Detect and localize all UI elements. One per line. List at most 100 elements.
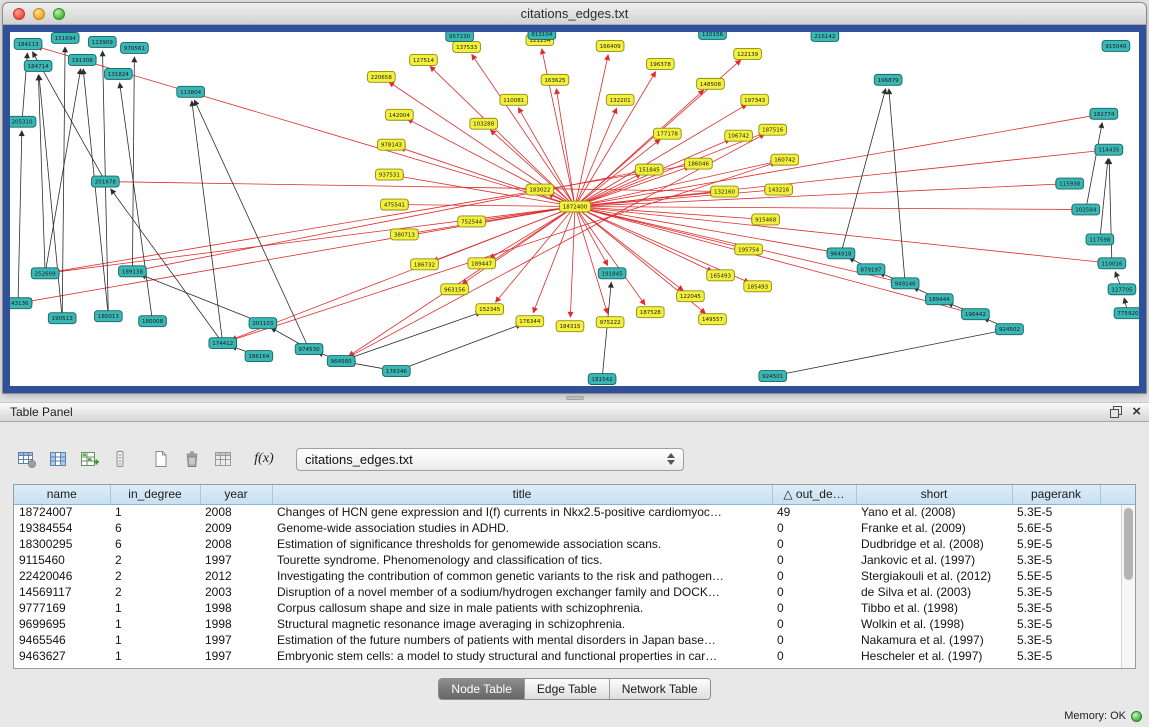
- table-cell[interactable]: 1: [110, 632, 200, 648]
- table-cell[interactable]: Wolkin et al. (1998): [856, 616, 1012, 632]
- column-header-in_degree[interactable]: in_degree: [110, 485, 200, 504]
- table-cell[interactable]: 9465546: [14, 632, 110, 648]
- table-cell[interactable]: 18724007: [14, 504, 110, 520]
- table-cell[interactable]: 1: [110, 616, 200, 632]
- graph-edge-black[interactable]: [83, 69, 108, 316]
- graph-edge-red[interactable]: [533, 207, 575, 313]
- table-cell[interactable]: 2003: [200, 584, 272, 600]
- float-panel-icon[interactable]: [1110, 406, 1122, 418]
- graph-edge-black[interactable]: [396, 324, 521, 371]
- table-cell[interactable]: 2: [110, 584, 200, 600]
- close-panel-icon[interactable]: ×: [1132, 405, 1141, 419]
- panel-splitter[interactable]: [0, 393, 1149, 402]
- table-cell[interactable]: 2009: [200, 520, 272, 536]
- table-cell[interactable]: Dudbridge et al. (2008): [856, 536, 1012, 552]
- table-cell[interactable]: 9777169: [14, 600, 110, 616]
- table-cell[interactable]: Disruption of a novel member of a sodium…: [272, 584, 772, 600]
- table-row[interactable]: 946554611997Estimation of the future num…: [14, 632, 1135, 648]
- table-cell[interactable]: 5.3E-5: [1012, 648, 1100, 664]
- table-cell[interactable]: 9699695: [14, 616, 110, 632]
- graph-edge-red[interactable]: [575, 207, 712, 272]
- table-cell[interactable]: 5.3E-5: [1012, 584, 1100, 600]
- column-header-name[interactable]: name: [14, 485, 110, 504]
- graph-edge-red[interactable]: [575, 207, 1077, 210]
- tab-edge-table[interactable]: Edge Table: [525, 679, 610, 699]
- table-row[interactable]: 911546021997Tourette syndrome. Phenomeno…: [14, 552, 1135, 568]
- table-cell[interactable]: 0: [772, 648, 856, 664]
- column-header-title[interactable]: title: [272, 485, 772, 504]
- table-cell[interactable]: Corpus callosum shape and size in male p…: [272, 600, 772, 616]
- graph-edge-black[interactable]: [1109, 159, 1112, 264]
- graph-edge-black[interactable]: [132, 57, 134, 271]
- graph-edge-red[interactable]: [575, 184, 1061, 207]
- table-cell[interactable]: 18300295: [14, 536, 110, 552]
- table-cell[interactable]: 1: [110, 504, 200, 520]
- table-cell[interactable]: 5.3E-5: [1012, 552, 1100, 568]
- table-cell[interactable]: 6: [110, 520, 200, 536]
- graph-edge-red[interactable]: [495, 207, 575, 303]
- graph-edge-black[interactable]: [341, 312, 481, 361]
- table-cell[interactable]: 1: [110, 648, 200, 664]
- graph-edge-red[interactable]: [575, 162, 776, 207]
- table-cell[interactable]: 5.3E-5: [1012, 616, 1100, 632]
- table-cell[interactable]: Nakamura et al. (1997): [856, 632, 1012, 648]
- table-cell[interactable]: 2: [110, 568, 200, 584]
- graph-edge-black[interactable]: [120, 83, 153, 321]
- create-column-icon[interactable]: [76, 446, 102, 472]
- table-cell[interactable]: 5.3E-5: [1012, 504, 1100, 520]
- table-options-icon[interactable]: [14, 446, 40, 472]
- minimize-window-button[interactable]: [33, 8, 45, 20]
- graph-edge-black[interactable]: [18, 131, 22, 304]
- scrollbar-thumb[interactable]: [1124, 508, 1133, 580]
- tab-node-table[interactable]: Node Table: [439, 679, 525, 699]
- graph-edge-black[interactable]: [62, 47, 65, 318]
- table-cell[interactable]: 14569117: [14, 584, 110, 600]
- column-header-out_de[interactable]: △ out_de…: [772, 485, 856, 504]
- table-cell[interactable]: 1998: [200, 616, 272, 632]
- table-row[interactable]: 1938455462009Genome-wide association stu…: [14, 520, 1135, 536]
- new-table-icon[interactable]: [148, 446, 174, 472]
- graph-edge-red[interactable]: [575, 207, 832, 252]
- graph-edge-red[interactable]: [403, 205, 575, 207]
- graph-edge-red[interactable]: [575, 190, 770, 206]
- table-row[interactable]: 977716911998Corpus callosum shape and si…: [14, 600, 1135, 616]
- graph-edge-red[interactable]: [27, 207, 575, 302]
- table-cell[interactable]: 0: [772, 584, 856, 600]
- column-header-pagerank[interactable]: pagerank: [1012, 485, 1100, 504]
- table-cell[interactable]: 19384554: [14, 520, 110, 536]
- table-row[interactable]: 969969511998Structural magnetic resonanc…: [14, 616, 1135, 632]
- table-cell[interactable]: 1997: [200, 648, 272, 664]
- tab-network-table[interactable]: Network Table: [610, 679, 710, 699]
- graph-edge-red[interactable]: [45, 165, 689, 273]
- graph-edge-black[interactable]: [889, 89, 905, 283]
- table-cell[interactable]: Tibbo et al. (1998): [856, 600, 1012, 616]
- table-selector-dropdown[interactable]: citations_edges.txt: [296, 448, 684, 471]
- table-cell[interactable]: Jankovic et al. (1997): [856, 552, 1012, 568]
- table-cell[interactable]: Embryonic stem cells: a model to study s…: [272, 648, 772, 664]
- table-cell[interactable]: 2012: [200, 568, 272, 584]
- window-titlebar[interactable]: citations_edges.txt: [3, 3, 1146, 25]
- graph-edge-red[interactable]: [575, 151, 1100, 207]
- network-graph-canvas[interactable]: 1872400220658127514137533121254166409196…: [10, 32, 1139, 386]
- table-cell[interactable]: Investigating the contribution of common…: [272, 568, 772, 584]
- graph-edge-red[interactable]: [575, 115, 1095, 206]
- vertical-scrollbar[interactable]: [1121, 505, 1135, 668]
- table-cell[interactable]: 22420046: [14, 568, 110, 584]
- table-cell[interactable]: 0: [772, 600, 856, 616]
- show-columns-icon[interactable]: [45, 446, 71, 472]
- table-cell[interactable]: 5.9E-5: [1012, 536, 1100, 552]
- row-options-icon[interactable]: [107, 446, 133, 472]
- table-cell[interactable]: 2008: [200, 536, 272, 552]
- table-row[interactable]: 1872400712008Changes of HCN gene express…: [14, 504, 1135, 520]
- graph-edge-red[interactable]: [570, 207, 575, 318]
- table-cell[interactable]: 6: [110, 536, 200, 552]
- table-cell[interactable]: 5.3E-5: [1012, 600, 1100, 616]
- table-cell[interactable]: 0: [772, 552, 856, 568]
- close-window-button[interactable]: [13, 8, 25, 20]
- table-cell[interactable]: 1997: [200, 552, 272, 568]
- table-cell[interactable]: 2008: [200, 504, 272, 520]
- column-header-year[interactable]: year: [200, 485, 272, 504]
- graph-edge-black[interactable]: [1100, 159, 1108, 240]
- table-cell[interactable]: Stergiakouli et al. (2012): [856, 568, 1012, 584]
- table-row[interactable]: 2242004622012Investigating the contribut…: [14, 568, 1135, 584]
